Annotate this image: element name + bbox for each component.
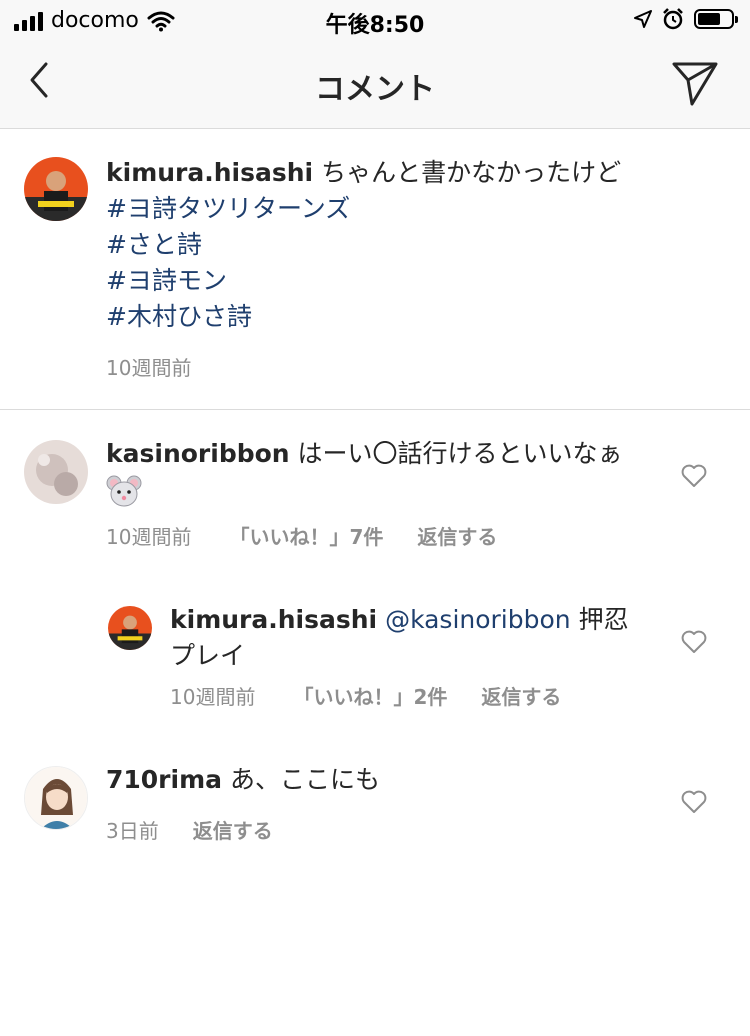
reply-meta: 10週間前 「いいね！」2件 返信する — [170, 681, 561, 710]
status-bar: docomo 午後8:50 — [0, 0, 750, 40]
avatar[interactable] — [108, 606, 152, 650]
hashtag-link[interactable]: #ヨ詩モン — [106, 263, 726, 299]
battery-level — [698, 13, 720, 25]
comment-text: 710rima あ、ここにも — [106, 762, 646, 798]
comment-body: あ、ここにも — [229, 765, 380, 794]
comment-time: 3日前 — [106, 819, 159, 843]
comment-text: kasinoribbon はーい〇話行けるといいなぁ — [106, 436, 646, 508]
comment-username[interactable]: 710rima — [106, 765, 222, 794]
avatar-image — [108, 606, 152, 650]
likes-count[interactable]: 「いいね！」2件 — [293, 681, 447, 710]
reply-time: 10週間前 — [170, 685, 256, 709]
reply-username[interactable]: kimura.hisashi — [170, 605, 377, 634]
status-right — [634, 8, 738, 30]
caption-meta: 10週間前 — [106, 352, 191, 381]
avatar-image — [25, 767, 87, 829]
comment-meta: 10週間前 「いいね！」7件 返信する — [106, 521, 497, 550]
caption-username[interactable]: kimura.hisashi — [106, 158, 313, 187]
avatar-image — [24, 440, 88, 504]
mention-link[interactable]: @kasinoribbon — [385, 605, 571, 634]
comment-username[interactable]: kasinoribbon — [106, 439, 290, 468]
avatar[interactable] — [24, 440, 88, 504]
divider — [0, 409, 750, 410]
hashtag-link[interactable]: #木村ひさ詩 — [106, 299, 726, 335]
caption-text: kimura.hisashi ちゃんと書かなかったけど #ヨ詩タツリターンズ #… — [106, 155, 726, 335]
paper-plane-icon[interactable] — [670, 58, 720, 108]
comment-body: はーい〇話行けるといいなぁ — [297, 439, 623, 468]
page-title: コメント — [315, 72, 435, 107]
reply-button[interactable]: 返信する — [481, 681, 561, 710]
heart-icon[interactable] — [680, 462, 708, 490]
heart-icon[interactable] — [680, 788, 708, 816]
reply-button[interactable]: 返信する — [193, 815, 273, 844]
header: コメント — [0, 40, 750, 129]
reply-text: kimura.hisashi @kasinoribbon 押忍 プレイ — [170, 602, 646, 674]
mouse-face-emoji — [106, 475, 142, 507]
battery-icon — [694, 9, 738, 29]
avatar-image — [24, 157, 88, 221]
hashtag-link[interactable]: #ヨ詩タツリターンズ — [106, 191, 726, 227]
alarm-icon — [663, 8, 683, 30]
likes-count[interactable]: 「いいね！」7件 — [229, 521, 383, 550]
location-icon — [634, 10, 652, 28]
reply-body-line2: プレイ — [170, 641, 246, 670]
reply-body: 押忍 — [578, 605, 629, 634]
comment-meta: 3日前 返信する — [106, 815, 273, 844]
avatar[interactable] — [24, 766, 88, 830]
caption-body: ちゃんと書かなかったけど — [321, 158, 622, 187]
avatar[interactable] — [24, 157, 88, 221]
comment-time: 10週間前 — [106, 525, 192, 549]
reply-button[interactable]: 返信する — [417, 521, 497, 550]
heart-icon[interactable] — [680, 628, 708, 656]
caption-time: 10週間前 — [106, 356, 192, 380]
hashtag-link[interactable]: #さと詩 — [106, 227, 726, 263]
